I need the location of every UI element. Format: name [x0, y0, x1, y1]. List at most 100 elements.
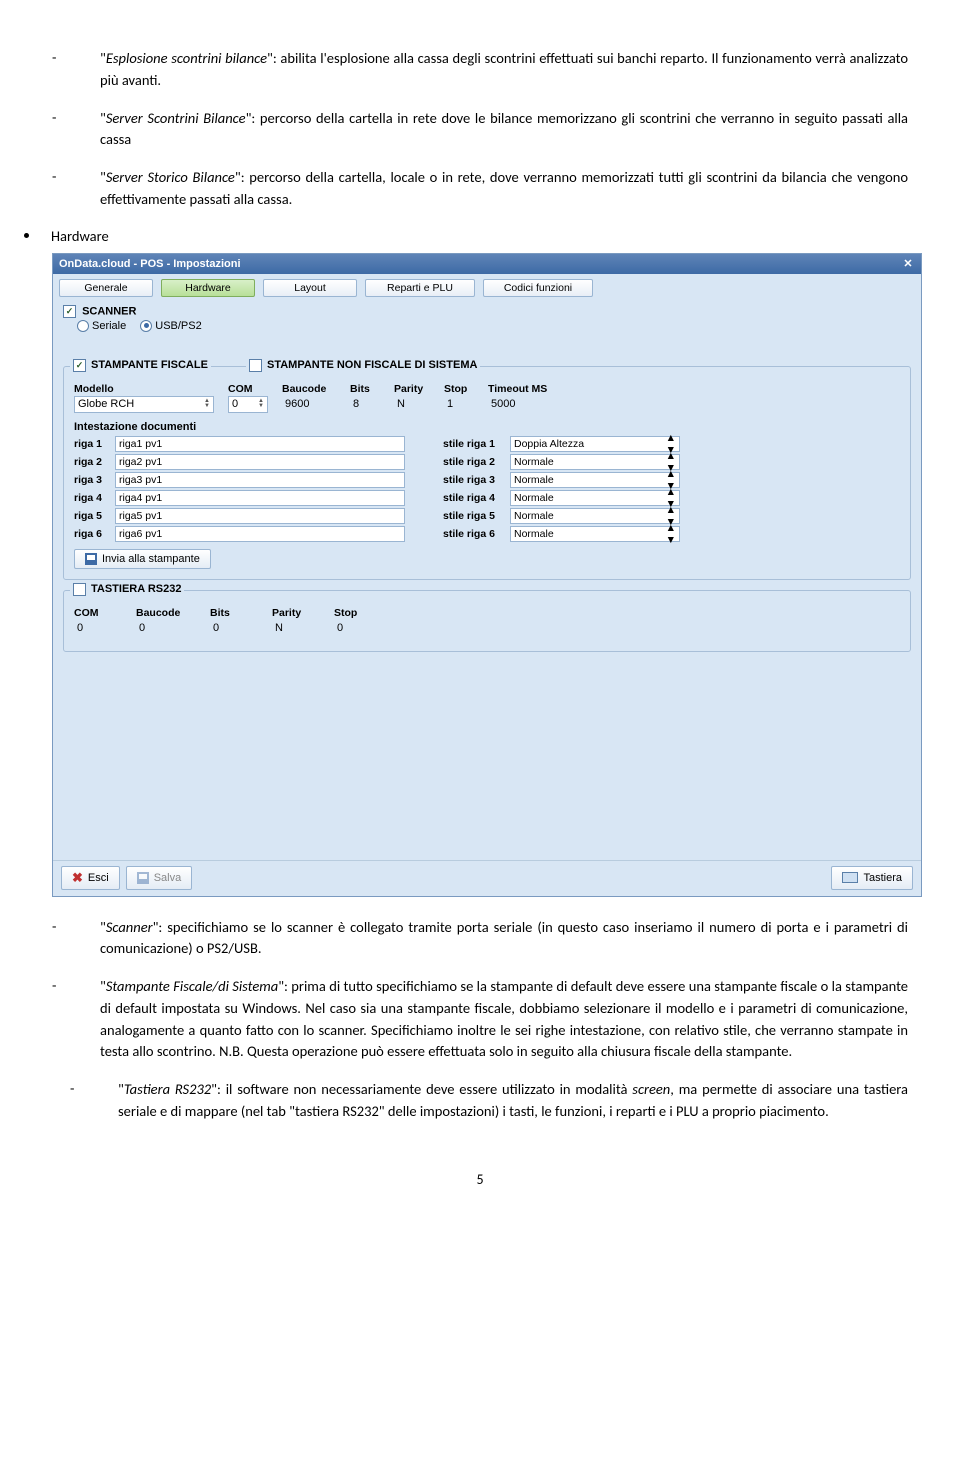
radio-seriale[interactable] — [77, 320, 89, 332]
window-titlebar: OnData.cloud - POS - Impostazioni ✕ — [53, 254, 921, 274]
riga-row: riga 1riga1 pv1 — [74, 436, 405, 452]
riga-row: riga 3riga3 pv1 — [74, 472, 405, 488]
section-label: Hardware — [51, 227, 109, 245]
radio-seriale-wrap[interactable]: Seriale — [77, 320, 126, 332]
dash-icon: - — [52, 167, 100, 211]
stile-label: stile riga 2 — [443, 456, 505, 468]
value-parity: N — [394, 396, 430, 413]
value-t-bits: 0 — [210, 620, 258, 637]
riga-label: riga 5 — [74, 510, 110, 522]
bullet-esplosione: - "Esplosione scontrini bilance": abilit… — [52, 48, 908, 92]
dash-icon: - — [52, 48, 100, 92]
riga-input[interactable]: riga5 pv1 — [115, 508, 405, 524]
bullet-title: Stampante Fiscale/di Sistema — [106, 977, 278, 995]
keyboard-icon — [842, 872, 858, 883]
panel-hardware: SCANNER Seriale USB/PS2 STAMPANTE FISCAL… — [53, 305, 921, 860]
stile-select[interactable]: Doppia Altezza▲▼ — [510, 436, 680, 452]
group-label-fiscale: STAMPANTE FISCALE — [70, 359, 211, 372]
riga-label: riga 2 — [74, 456, 110, 468]
spinner-icon[interactable]: ▲▼ — [204, 399, 210, 409]
input-modello[interactable]: Globe RCH▲▼ — [74, 396, 214, 413]
field-t-bits: Bits 0 — [210, 607, 258, 637]
esci-button[interactable]: ✖ Esci — [61, 866, 120, 890]
tab-codici[interactable]: Codici funzioni — [483, 279, 593, 297]
invia-stampante-button[interactable]: Invia alla stampante — [74, 549, 211, 569]
tastiera-title: TASTIERA RS232 — [91, 583, 181, 595]
riga-label: riga 6 — [74, 528, 110, 540]
riga-row: riga 4riga4 pv1 — [74, 490, 405, 506]
riga-input[interactable]: riga1 pv1 — [115, 436, 405, 452]
scanner-title: SCANNER — [82, 305, 136, 317]
intestazione-heading: Intestazione documenti — [74, 421, 900, 433]
dash-icon: - — [70, 1079, 118, 1123]
tab-layout[interactable]: Layout — [263, 279, 357, 297]
field-t-baucode: Baucode 0 — [136, 607, 196, 637]
stile-select[interactable]: Normale▲▼ — [510, 490, 680, 506]
checkbox-tastiera[interactable] — [73, 583, 86, 596]
spinner-icon[interactable]: ▲▼ — [666, 522, 676, 546]
radio-usb-wrap[interactable]: USB/PS2 — [140, 320, 201, 332]
stile-select[interactable]: Normale▲▼ — [510, 526, 680, 542]
stile-row: stile riga 6 Normale▲▼ — [443, 526, 680, 542]
group-stampante: STAMPANTE FISCALE STAMPANTE NON FISCALE … — [63, 366, 911, 580]
stampante-fiscale-title: STAMPANTE FISCALE — [91, 359, 208, 371]
checkbox-scanner[interactable] — [63, 305, 76, 318]
checkbox-stampante-fiscale[interactable] — [73, 359, 86, 372]
bullet-title: Tastiera RS232 — [124, 1080, 211, 1098]
dash-icon: - — [52, 108, 100, 152]
bullet-title: Esplosione scontrini bilance — [106, 49, 267, 67]
tab-bar: Generale Hardware Layout Reparti e PLU C… — [53, 274, 921, 303]
value-t-stop: 0 — [334, 620, 382, 637]
stile-select[interactable]: Normale▲▼ — [510, 508, 680, 524]
bullet-body: : specifichiamo se lo scanner è collegat… — [100, 918, 908, 958]
stile-row: stile riga 4Normale▲▼ — [443, 490, 680, 506]
bullet-stampante: - "Stampante Fiscale/di Sistema": prima … — [52, 976, 908, 1063]
save-icon — [85, 553, 97, 565]
tastiera-params-row: COM 0 Baucode 0 Bits 0 Parity N Stop 0 — [74, 607, 900, 637]
riga-row: riga 6 riga6 pv1 — [74, 526, 405, 542]
tab-generale[interactable]: Generale — [59, 279, 153, 297]
salva-button[interactable]: Salva — [126, 866, 193, 890]
bullet-dot-icon — [24, 233, 29, 238]
group-label-nonfiscale: STAMPANTE NON FISCALE DI SISTEMA — [246, 359, 480, 372]
bullet-scanner: - "Scanner": specifichiamo se lo scanner… — [52, 917, 908, 961]
tab-reparti[interactable]: Reparti e PLU — [365, 279, 475, 297]
bullet-server-storico: - "Server Storico Bilance": percorso del… — [52, 167, 908, 211]
tastiera-button[interactable]: Tastiera — [831, 866, 913, 890]
radio-usb[interactable] — [140, 320, 152, 332]
value-timeout: 5000 — [488, 396, 548, 413]
save-icon — [137, 872, 149, 884]
field-t-stop: Stop 0 — [334, 607, 382, 637]
riga-col-left: riga 1riga1 pv1 riga 2 riga2 pv1 riga 3riga… — [74, 436, 405, 544]
checkbox-stampante-nonfiscale[interactable] — [249, 359, 262, 372]
input-com[interactable]: 0▲▼ — [228, 396, 268, 413]
riga-input[interactable]: riga6 pv1 — [115, 526, 405, 542]
tab-hardware[interactable]: Hardware — [161, 279, 255, 297]
bullet-tastiera: - "Tastiera RS232": il software non nece… — [70, 1079, 908, 1123]
radio-usb-label: USB/PS2 — [155, 320, 201, 332]
close-x-icon: ✖ — [72, 870, 83, 886]
riga-row: riga 2 riga2 pv1 — [74, 454, 405, 470]
bullet-body-a: : il software non necessariamente deve e… — [217, 1080, 632, 1098]
bullet-title: Scanner — [106, 918, 153, 936]
stile-label: stile riga 3 — [443, 474, 505, 486]
radio-seriale-label: Seriale — [92, 320, 126, 332]
spinner-icon[interactable]: ▲▼ — [258, 399, 264, 409]
riga-row: riga 5 riga5 pv1 — [74, 508, 405, 524]
text: "Tastiera RS232": il software non necess… — [118, 1079, 908, 1123]
dash-icon: - — [52, 976, 100, 1063]
field-modello: Modello Globe RCH▲▼ — [74, 383, 214, 413]
riga-input[interactable]: riga4 pv1 — [115, 490, 405, 506]
close-icon[interactable]: ✕ — [901, 257, 915, 271]
bullet-server-scontrini: - "Server Scontrini Bilance": percorso d… — [52, 108, 908, 152]
value-t-baucode: 0 — [136, 620, 196, 637]
riga-input[interactable]: riga2 pv1 — [115, 454, 405, 470]
stile-label: stile riga 6 — [443, 528, 505, 540]
riga-input[interactable]: riga3 pv1 — [115, 472, 405, 488]
scanner-options: Seriale USB/PS2 — [63, 318, 911, 338]
value-bits: 8 — [350, 396, 380, 413]
stile-select[interactable]: Normale▲▼ — [510, 472, 680, 488]
bullet-title: Server Scontrini Bilance — [106, 109, 246, 127]
stile-row: stile riga 2 Normale▲▼ — [443, 454, 680, 470]
stile-select[interactable]: Normale▲▼ — [510, 454, 680, 470]
